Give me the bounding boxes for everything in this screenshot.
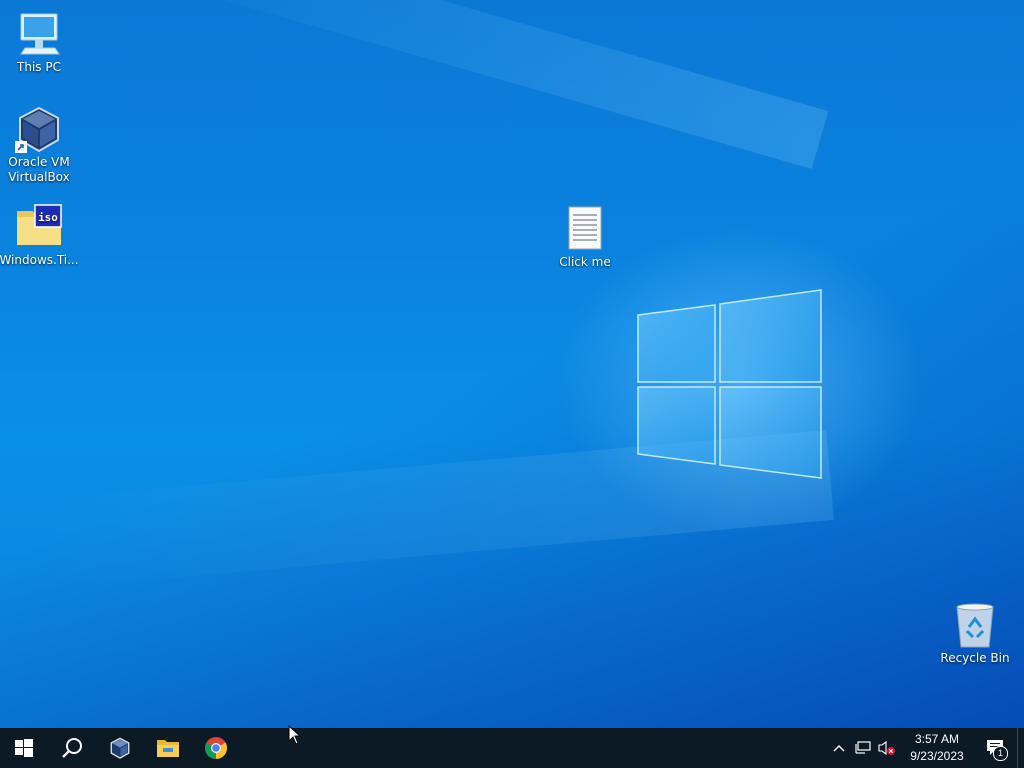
clock-time: 3:57 AM (914, 732, 960, 746)
desktop-icon-iso-file[interactable]: iso Windows.Ti... (0, 203, 79, 268)
desktop-icon-label: Windows.Ti... (0, 253, 79, 267)
volume-muted-icon (878, 741, 895, 755)
desktop-icon-click-me[interactable]: Click me (545, 205, 625, 270)
clock-date: 9/23/2023 (910, 749, 964, 763)
system-tray: 3:57 AM 9/23/2023 1 (827, 728, 1024, 768)
mouse-cursor-icon (288, 725, 302, 745)
chrome-icon (205, 737, 227, 759)
desktop-icon-virtualbox[interactable]: Oracle VM VirtualBox (0, 105, 79, 185)
network-status[interactable] (851, 728, 875, 768)
desktop-icon-label: Oracle VM VirtualBox (8, 155, 70, 184)
wallpaper-beam (100, 0, 829, 169)
iso-file-icon: iso (15, 203, 63, 251)
desktop-icon-this-pc[interactable]: This PC (0, 10, 79, 75)
show-desktop-button[interactable] (1017, 728, 1024, 768)
taskbar-virtualbox[interactable] (96, 728, 144, 768)
search-button[interactable] (48, 728, 96, 768)
desktop-icon-label: Recycle Bin (940, 651, 1010, 665)
desktop-icon-recycle-bin[interactable]: Recycle Bin (935, 601, 1015, 666)
windows-wallpaper-logo (637, 289, 822, 479)
taskbar-chrome[interactable] (192, 728, 240, 768)
network-icon (855, 741, 871, 754)
start-button[interactable] (0, 728, 48, 768)
volume-control[interactable] (875, 728, 899, 768)
chevron-up-icon (833, 745, 845, 752)
notification-count-badge: 1 (993, 746, 1008, 761)
desktop-icon-label: This PC (17, 60, 61, 74)
taskbar: 3:57 AM 9/23/2023 1 (0, 728, 1024, 768)
desktop[interactable]: This PC Oracle VM VirtualBox iso Windows… (0, 0, 1024, 728)
text-document-icon (561, 205, 609, 253)
action-center-button[interactable]: 1 (975, 728, 1017, 768)
folder-icon (157, 740, 179, 757)
virtualbox-icon (110, 737, 130, 759)
windows-logo-icon (15, 739, 33, 757)
virtualbox-icon (15, 105, 63, 153)
shortcut-arrow-icon (15, 141, 27, 153)
this-pc-icon (15, 10, 63, 58)
desktop-icon-label: Click me (559, 255, 611, 269)
show-hidden-icons-button[interactable] (827, 728, 851, 768)
svg-text:iso: iso (38, 211, 58, 224)
search-icon (62, 738, 82, 758)
taskbar-file-explorer[interactable] (144, 728, 192, 768)
clock[interactable]: 3:57 AM 9/23/2023 (899, 731, 975, 765)
recycle-bin-icon (951, 601, 999, 649)
